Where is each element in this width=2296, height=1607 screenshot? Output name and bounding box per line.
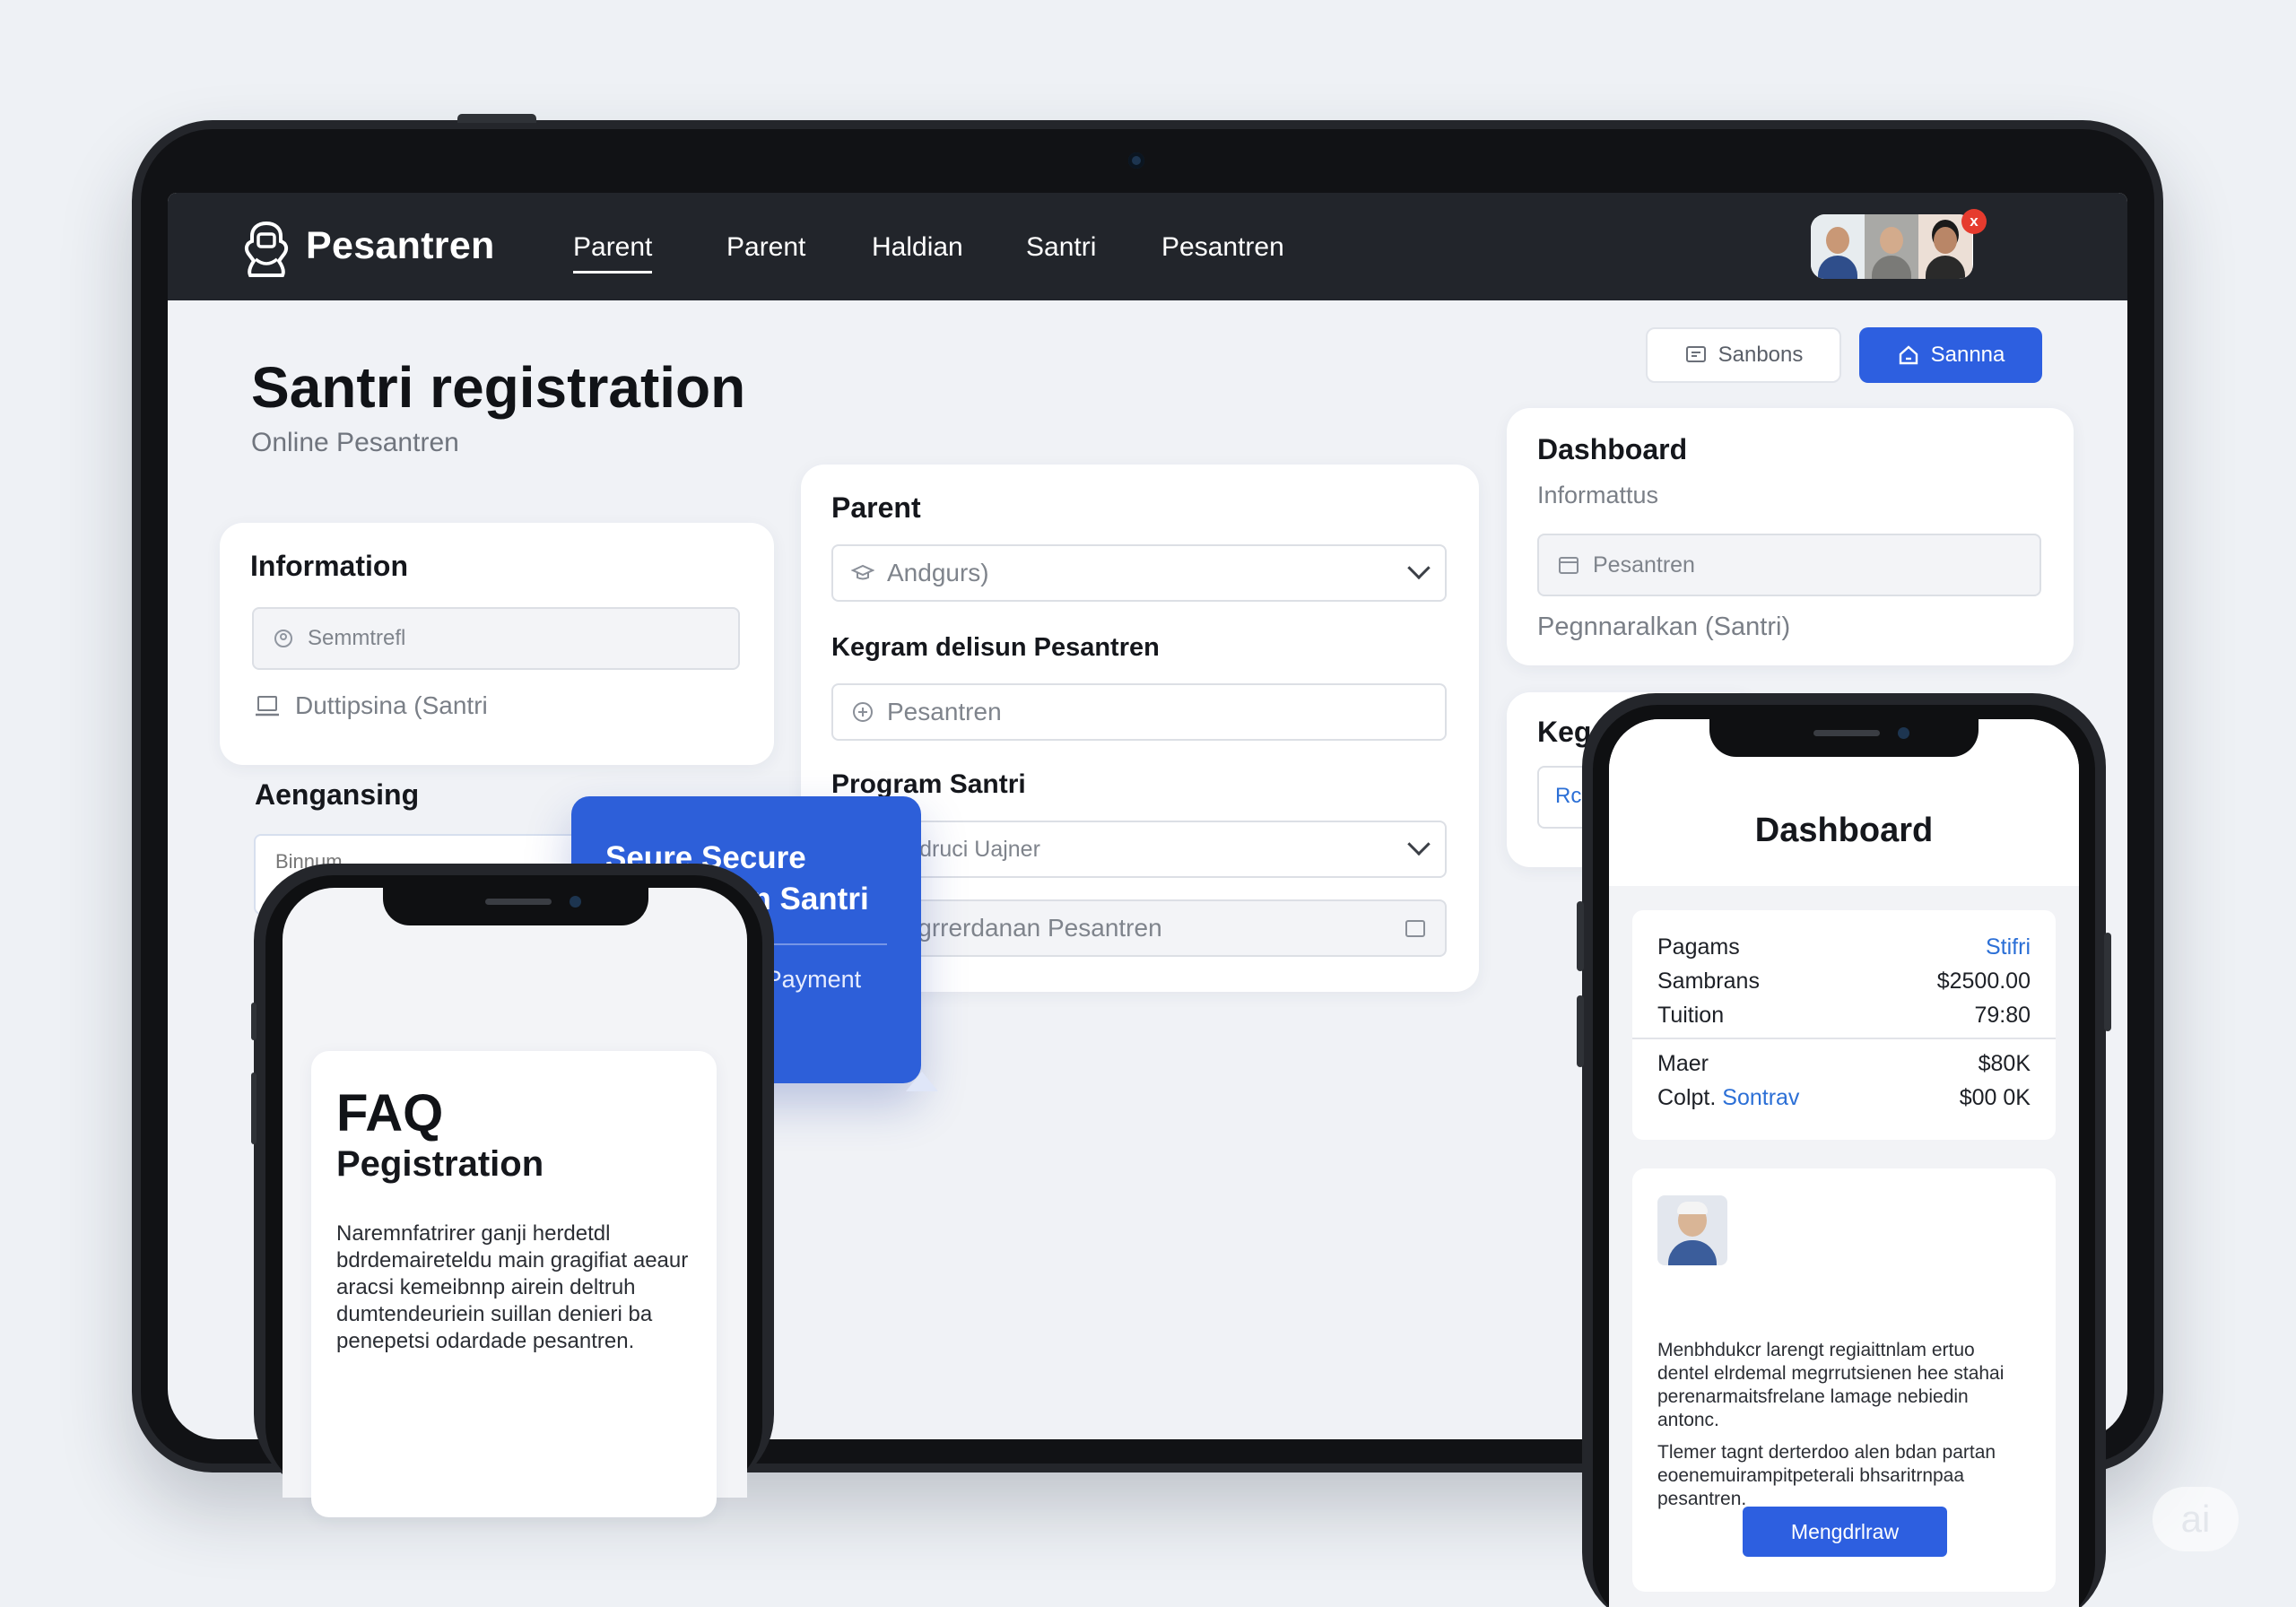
row-label-link[interactable]: Sontrav — [1722, 1085, 1799, 1110]
kegram-input-placeholder: Pesantren — [887, 698, 1002, 725]
dashboard-card-footer[interactable]: Pegnnaralkan (Santri) — [1537, 612, 1790, 642]
phone-side-button — [1577, 995, 1584, 1067]
row-value: $80K — [1978, 1050, 2031, 1076]
kegram-input[interactable]: Pesantren — [831, 683, 1447, 741]
keg-card-title: Keg — [1537, 716, 1592, 748]
information-card: Information Semmtrefl Duttipsina (Santri — [220, 523, 774, 765]
nav-item-pesantren[interactable]: Pesantren — [1161, 232, 1284, 263]
parent-select[interactable]: Andgurs) — [831, 544, 1447, 602]
speaker-grille — [1813, 730, 1880, 736]
page-subtitle: Online Pesantren — [251, 428, 459, 457]
table-divider — [1632, 1038, 2056, 1039]
nav-item-parent[interactable]: Parent — [573, 232, 653, 274]
phone-side-button — [1577, 901, 1584, 971]
brand-name[interactable]: Pesantren — [306, 224, 495, 268]
parent-select-value: Andgurs) — [887, 559, 989, 586]
graduation-cap-icon — [851, 564, 874, 580]
program-select[interactable]: Saidruci Uajner — [831, 821, 1447, 878]
dashboard-card: Dashboard Informattus Pesantren Pegnnara… — [1507, 408, 2074, 665]
faq-title: FAQ — [336, 1084, 444, 1142]
pesantren-logo-icon — [244, 221, 289, 277]
information-row[interactable]: Duttipsina (Santri — [254, 691, 488, 720]
parent-label: Parent — [831, 491, 921, 524]
message-icon — [1685, 346, 1706, 362]
phone-info-paragraph: Menbhdukcr larengt regiaittnlam ertuo de… — [1657, 1340, 2005, 1430]
chevron-down-icon — [1407, 832, 1431, 856]
dashboard-card-title: Dashboard — [1537, 433, 1688, 465]
sanbons-button[interactable]: Sanbons — [1646, 327, 1841, 383]
nav-item-santri[interactable]: Santri — [1026, 232, 1096, 263]
laptop-icon — [256, 696, 279, 717]
nav-item-parent-2[interactable]: Parent — [726, 232, 805, 263]
row-label: Tuition — [1657, 1002, 1725, 1028]
row-label: Colpt. — [1657, 1084, 1717, 1110]
mengdrlraw-button[interactable]: Mengdrlraw — [1743, 1507, 1947, 1557]
phone-info-paragraph: Tlemer tagnt derterdoo alen bdan partan … — [1657, 1442, 1996, 1509]
phone-payment-table: Pagams Stifri Sambrans $2500.00 Tuition … — [1632, 910, 2056, 1140]
user-avatars-group[interactable] — [1811, 214, 1973, 279]
pegrrerdanan-input[interactable]: Pegrrerdanan Pesantren — [831, 899, 1447, 957]
phone-dashboard-title: Dashboard — [1754, 812, 1934, 849]
phone-side-button — [251, 1073, 257, 1144]
sanbons-button-label: Sanbons — [1718, 343, 1804, 367]
sannna-button[interactable]: Sannna — [1859, 327, 2042, 383]
avatar[interactable] — [1865, 214, 1918, 279]
row-value: 79:80 — [1974, 1002, 2031, 1028]
row-value: $00 0K — [1959, 1084, 2031, 1110]
dashboard-pesantren-input[interactable]: Pesantren — [1537, 534, 2041, 596]
row-value[interactable]: Stifri — [1986, 934, 2031, 960]
calendar-icon[interactable] — [1404, 916, 1427, 940]
information-row-label: Duttipsina (Santri — [295, 691, 488, 719]
avatar[interactable] — [1811, 214, 1865, 279]
dashboard-card-subtitle: Informattus — [1537, 482, 1659, 508]
speaker-grille — [485, 899, 552, 905]
page-title: Santri registration — [251, 355, 746, 420]
aengansing-title: Aengansing — [255, 778, 420, 811]
left-phone-notch — [383, 888, 648, 925]
front-camera — [1898, 727, 1909, 739]
pegrrerdanan-input-placeholder: Pegrrerdanan Pesantren — [887, 914, 1162, 942]
tooltip-notch — [906, 1072, 938, 1091]
row-label: Maer — [1657, 1050, 1709, 1076]
row-value: $2500.00 — [1936, 968, 2031, 994]
dashboard-pesantren-input-value: Pesantren — [1593, 552, 1695, 578]
faq-body: Naremnfatrirer ganji herdetdl bdrdemaire… — [336, 1221, 689, 1353]
badge-icon — [274, 630, 292, 647]
calendar-icon — [1559, 557, 1578, 574]
kegram-label: Kegram delisun Pesantren — [831, 633, 1160, 662]
information-input-placeholder: Semmtrefl — [308, 626, 406, 650]
table-row: Maer $80K — [1657, 1047, 2031, 1081]
table-row: Colpt. Sontrav $00 0K — [1657, 1081, 2031, 1115]
right-phone-notch — [1709, 719, 1979, 757]
row-label: Sambrans — [1657, 968, 1760, 994]
table-row: Tuition 79:80 — [1657, 998, 2031, 1032]
avatar — [1657, 1195, 1727, 1265]
row-label: Pagams — [1657, 934, 1740, 960]
faq-card: FAQ Pegistration Naremnfatrirer ganji he… — [311, 1051, 717, 1517]
program-label: Program Santri — [831, 769, 1026, 799]
keg-card-input-value: Rc — [1555, 784, 1582, 808]
phone-side-button — [251, 1003, 257, 1040]
close-badge-icon[interactable]: x — [1961, 209, 1987, 234]
add-circle-icon — [853, 702, 873, 722]
table-row: Pagams Stifri — [1657, 930, 2031, 964]
top-navbar: Pesantren Parent Parent Haldian Santri P… — [168, 193, 2127, 300]
front-camera — [570, 896, 581, 908]
tablet-camera — [1128, 152, 1144, 169]
chevron-down-icon — [1407, 556, 1431, 580]
ai-watermark: ai — [2152, 1487, 2239, 1551]
nav-item-haldian[interactable]: Haldian — [872, 232, 963, 263]
sannna-button-label: Sannna — [1930, 343, 2005, 367]
phone-power-button — [2104, 933, 2111, 1031]
home-icon — [1899, 345, 1918, 365]
table-row: Sambrans $2500.00 — [1657, 964, 2031, 998]
information-title: Information — [250, 550, 408, 582]
tablet-power-button — [457, 114, 536, 123]
information-input[interactable]: Semmtrefl — [252, 607, 740, 670]
faq-subtitle: Pegistration — [336, 1144, 544, 1184]
